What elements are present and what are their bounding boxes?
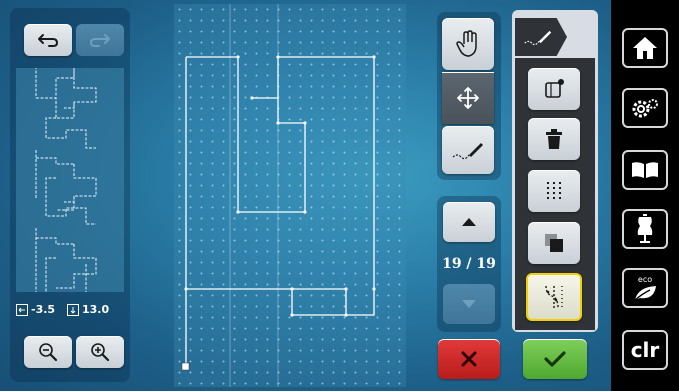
- home-icon: [633, 37, 657, 59]
- stitch-button[interactable]: [442, 126, 494, 174]
- hand-icon: [456, 30, 477, 57]
- clear-button[interactable]: clr: [622, 330, 668, 370]
- settings-button[interactable]: [622, 88, 668, 128]
- grid-button[interactable]: [528, 170, 580, 212]
- stitch-mode-tab[interactable]: [515, 18, 567, 56]
- delete-button[interactable]: [528, 118, 580, 160]
- eco-leaf-icon: [634, 285, 656, 300]
- dress-form-icon: [637, 214, 653, 243]
- layers-icon: [545, 234, 563, 252]
- next-stitch-button[interactable]: [443, 284, 495, 324]
- eco-button[interactable]: eco: [622, 268, 668, 308]
- layers-button[interactable]: [528, 222, 580, 264]
- clear-label: clr: [630, 338, 660, 362]
- eco-label: eco: [637, 274, 653, 284]
- grid-dots-icon: [547, 182, 561, 199]
- confirm-button[interactable]: [523, 339, 587, 379]
- previous-stitch-button[interactable]: [443, 202, 495, 242]
- gears-icon: [632, 99, 658, 118]
- checkmark-icon: [544, 351, 566, 367]
- stitch-path-icon: [545, 285, 563, 309]
- stitch-path-button[interactable]: [526, 273, 582, 321]
- arrow-up-icon: [462, 218, 476, 226]
- x-icon: [461, 351, 477, 367]
- insert-icon: [545, 79, 564, 98]
- main-sidebar: eco clr: [611, 0, 679, 391]
- stitch-position: 19 / 19: [442, 256, 496, 272]
- tutorial-button[interactable]: [622, 150, 668, 190]
- sewing-consultant-button[interactable]: [622, 209, 668, 249]
- stitch-pen-icon: [524, 30, 552, 46]
- stitch-pen-icon: [452, 143, 483, 160]
- needle-position-marker: [181, 362, 190, 371]
- move-button[interactable]: [442, 72, 494, 124]
- hand-button[interactable]: [442, 18, 494, 70]
- arrow-down-icon: [462, 300, 476, 308]
- insert-stitch-button[interactable]: [528, 68, 580, 110]
- cancel-button[interactable]: [438, 339, 500, 379]
- trash-icon: [546, 129, 562, 149]
- move-arrows-icon: [457, 87, 479, 109]
- home-button[interactable]: [622, 28, 668, 68]
- book-icon: [632, 162, 658, 178]
- stitch-editor-screen: -3.5 13.0 19 / 19 eco clr: [0, 0, 679, 391]
